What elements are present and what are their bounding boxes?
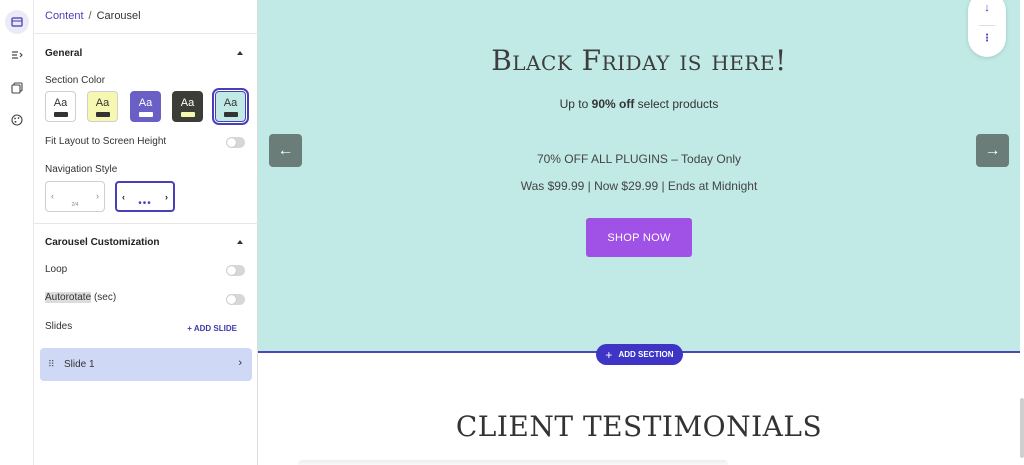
chevron-right-icon: › [238, 357, 242, 369]
chevron-left-icon: ‹ [51, 191, 54, 201]
testimonials-title[interactable]: CLIENT TESTIMONIALS [258, 410, 1020, 443]
slide-count-text: 2/4 [71, 202, 79, 208]
shop-now-button[interactable]: SHOP NOW [586, 218, 692, 257]
breadcrumb-content-link[interactable]: Content [45, 10, 84, 22]
chevron-right-icon: › [96, 191, 99, 201]
swatch-bar [139, 112, 153, 117]
fit-layout-toggle[interactable] [226, 137, 245, 148]
swatch-mint-selected[interactable]: Aa [212, 88, 249, 125]
carousel-customization-title[interactable]: Carousel Customization [45, 237, 159, 248]
add-section-button[interactable]: + ADD SECTION [596, 344, 683, 365]
pagination-dots-icon: ••• [138, 198, 152, 209]
hero-sub-suffix: select products [634, 97, 719, 111]
swatch-aa-label: Aa [223, 97, 238, 109]
navigation-style-label: Navigation Style [45, 164, 118, 175]
carousel-next-button[interactable]: → [976, 134, 1009, 167]
autorotate-label-text: Autorotate [45, 292, 92, 303]
swatch-aa-label: Aa [95, 97, 110, 109]
palette-icon[interactable] [5, 108, 29, 132]
toolbar-divider [979, 25, 995, 26]
add-slide-button[interactable]: + ADD SLIDE [187, 324, 237, 333]
swatch-aa-label: Aa [53, 97, 68, 109]
swatch-bar [224, 112, 238, 117]
autorotate-label: Autorotate (sec) [45, 292, 116, 303]
navigator-icon[interactable] [5, 43, 29, 67]
swatch-bar [181, 112, 195, 117]
loop-label: Loop [45, 264, 68, 275]
breadcrumb-separator: / [88, 10, 92, 22]
loop-toggle[interactable] [226, 265, 245, 276]
swatch-aa-label: Aa [138, 97, 153, 109]
icon-rail [0, 0, 34, 465]
swatch-dark[interactable]: Aa [172, 91, 203, 122]
section-color-label: Section Color [45, 75, 106, 86]
move-down-icon[interactable]: ↓ [968, 2, 1006, 14]
settings-panel: Content / Carousel General Section Color A… [34, 0, 258, 465]
nav-style-arrows-dots[interactable]: ‹ › ••• [115, 181, 175, 212]
page-canvas: Black Friday is here! Up to 90% off sele… [258, 0, 1024, 465]
breadcrumb: Content / Carousel [45, 10, 141, 22]
carousel-prev-button[interactable]: ← [269, 134, 302, 167]
collapse-caret-icon[interactable] [237, 240, 243, 244]
hero-subtitle[interactable]: Up to 90% off select products [258, 97, 1020, 111]
plus-icon: + [605, 347, 613, 362]
more-options-icon[interactable]: ⋮ [968, 33, 1006, 44]
hero-title[interactable]: Black Friday is here! [258, 44, 1020, 77]
carousel-hero-section[interactable]: Black Friday is here! Up to 90% off sele… [258, 0, 1020, 353]
swatch-bar [96, 112, 110, 117]
floating-toolbar: ↓ ⋮ [968, 0, 1006, 57]
autorotate-suffix: (sec) [93, 292, 117, 303]
scrollbar[interactable] [1020, 398, 1024, 458]
hero-offer-line[interactable]: 70% OFF ALL PLUGINS – Today Only [258, 152, 1020, 166]
breadcrumb-current: Carousel [96, 10, 141, 22]
add-section-label: ADD SECTION [618, 350, 674, 359]
swatch-white[interactable]: Aa [45, 91, 76, 122]
slides-label: Slides [45, 321, 73, 332]
swatch-aa-label: Aa [180, 97, 195, 109]
slide-list-item[interactable]: ⠿ Slide 1 › [40, 348, 252, 381]
swatch-purple[interactable]: Aa [130, 91, 161, 122]
divider [34, 223, 258, 224]
collapse-caret-icon[interactable] [237, 51, 243, 55]
testimonial-card-edge [298, 460, 728, 465]
swatch-yellow[interactable]: Aa [87, 91, 118, 122]
swatch-bar [54, 112, 68, 117]
drag-handle-icon[interactable]: ⠿ [48, 359, 55, 370]
content-icon[interactable] [5, 10, 29, 34]
autorotate-toggle[interactable] [226, 294, 245, 305]
fit-layout-label: Fit Layout to Screen Height [45, 136, 167, 147]
hero-price-line[interactable]: Was $99.99 | Now $29.99 | Ends at Midnig… [258, 179, 1020, 193]
hero-sub-bold: 90% off [591, 97, 635, 111]
divider [34, 33, 258, 34]
nav-style-arrows-count[interactable]: ‹ › 2/4 [45, 181, 105, 212]
pages-icon[interactable] [5, 76, 29, 100]
slide-name: Slide 1 [64, 359, 95, 370]
hero-sub-prefix: Up to [559, 97, 592, 111]
general-section-title[interactable]: General [45, 48, 82, 59]
